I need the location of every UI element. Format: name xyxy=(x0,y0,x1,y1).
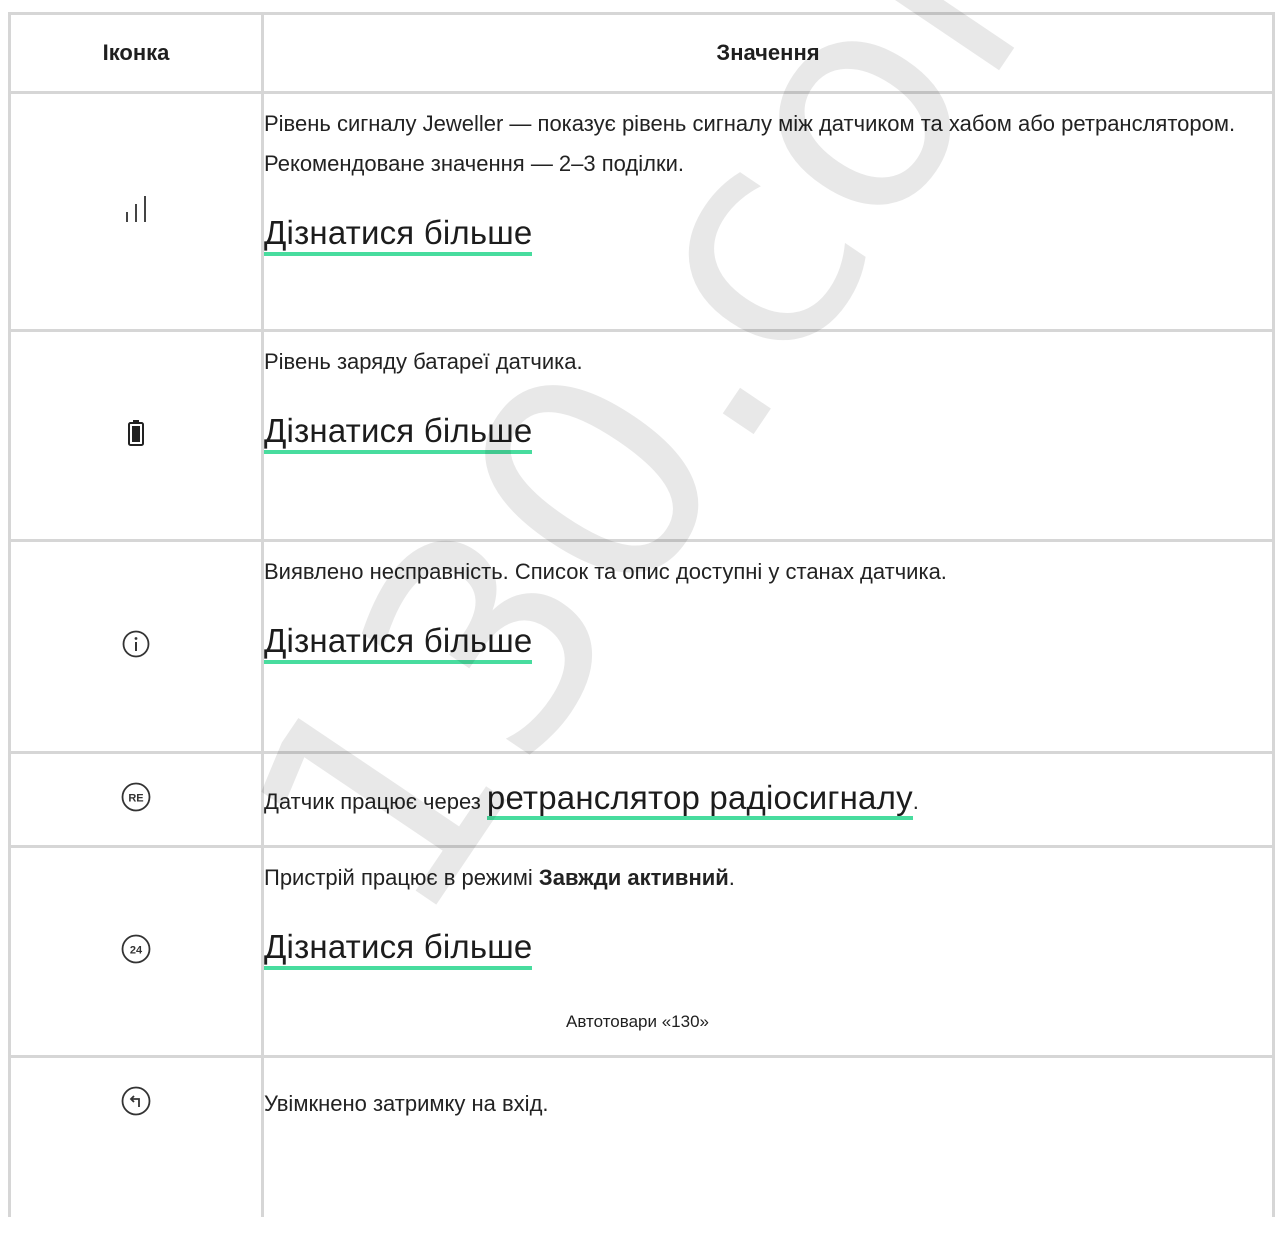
icon-cell xyxy=(8,329,264,541)
signal-strength-icon xyxy=(124,196,148,227)
table-row: Виявлено несправність. Список та опис до… xyxy=(8,539,1275,753)
repeater-link[interactable]: ретранслятор радіосигналу xyxy=(486,778,913,820)
learn-more-link[interactable]: Дізнатися більше xyxy=(264,214,533,256)
description-cell: Виявлено несправність. Список та опис до… xyxy=(261,539,1275,753)
battery-icon xyxy=(128,420,144,451)
header-icon: Іконка xyxy=(8,12,264,93)
table-row: RE Датчик працює через ретранслятор раді… xyxy=(8,751,1275,847)
info-icon xyxy=(122,630,150,663)
header-meaning: Значення xyxy=(261,12,1275,93)
row-description-end: . xyxy=(912,788,919,814)
table-row: Рівень сигналу Jeweller — показує рівень… xyxy=(8,91,1275,331)
row-description: Рівень сигналу Jeweller — показує рівень… xyxy=(264,111,1236,176)
svg-text:24: 24 xyxy=(130,945,143,957)
row-description: Пристрій працює в режимі Завжди активний… xyxy=(264,858,1272,898)
row-description-end: . xyxy=(728,865,735,890)
icon-cell xyxy=(8,91,264,331)
icon-cell xyxy=(8,539,264,753)
row-description: Датчик працює через xyxy=(264,788,487,814)
row-description: Увімкнено затримку на вхід. xyxy=(264,1091,549,1116)
always-active-icon: 24 xyxy=(121,934,151,969)
row-description-text: Пристрій працює в режимі xyxy=(264,865,539,890)
table-row: Увімкнено затримку на вхід. xyxy=(8,1055,1275,1217)
learn-more-link[interactable]: Дізнатися більше xyxy=(264,622,533,664)
icon-cell: RE xyxy=(8,751,264,847)
table-header-row: Іконка Значення xyxy=(8,12,1275,93)
mode-name: Завжди активний xyxy=(538,865,729,890)
description-cell: Рівень заряду батареї датчика. Дізнатися… xyxy=(261,329,1275,541)
learn-more-link[interactable]: Дізнатися більше xyxy=(264,928,533,970)
description-cell: Увімкнено затримку на вхід. xyxy=(261,1055,1275,1217)
icon-status-table: Іконка Значення Рівень сигналу Jeweller … xyxy=(8,12,1275,1217)
row-description: Рівень заряду батареї датчика. xyxy=(264,349,583,374)
description-cell: Датчик працює через ретранслятор радіоси… xyxy=(261,751,1275,847)
row-description: Виявлено несправність. Список та опис до… xyxy=(264,559,947,584)
re-icon: RE xyxy=(121,782,151,817)
svg-text:RE: RE xyxy=(128,793,143,805)
page-footer: Автотовари «130» xyxy=(566,1012,709,1031)
learn-more-link[interactable]: Дізнатися більше xyxy=(264,412,533,454)
description-cell: Рівень сигналу Jeweller — показує рівень… xyxy=(261,91,1275,331)
icon-cell xyxy=(8,1055,264,1217)
table-row: Рівень заряду батареї датчика. Дізнатися… xyxy=(8,329,1275,541)
entry-delay-icon xyxy=(121,1086,151,1121)
